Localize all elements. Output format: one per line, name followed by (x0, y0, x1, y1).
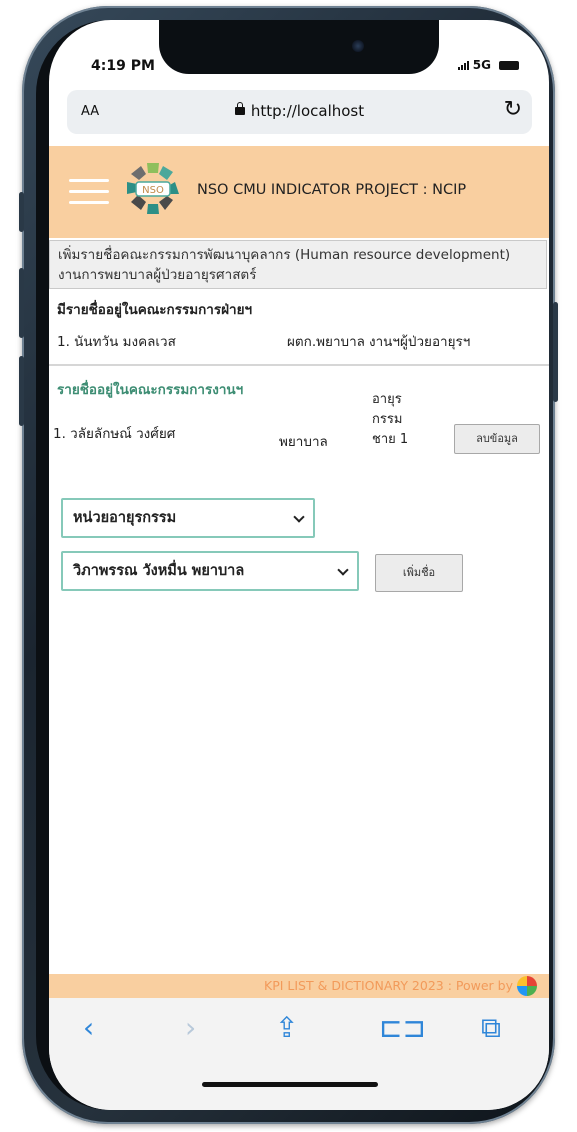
url-text: http://localhost (250, 102, 365, 120)
forward-arrow-icon[interactable]: › (185, 1010, 196, 1046)
mute-switch (19, 192, 24, 232)
unit-line-3: ชาย 1 (372, 432, 409, 447)
bookmarks-icon[interactable]: ⊏⊐ (379, 1010, 426, 1046)
footer-text: KPI LIST & DICTIONARY 2023 : Power by (264, 978, 513, 993)
power-button (553, 302, 558, 402)
person-select[interactable]: วิภาพรรณ วังหมื่น พยาบาล (61, 551, 359, 591)
chevron-down-icon (293, 511, 305, 523)
department-select-value: หน่วยอายุรกรรม (73, 510, 177, 526)
phone-screen: 4:19 PM 5G AA http://localhost ↻ NSO NSO… (49, 20, 549, 1110)
division-member-row: 1. นันทวัน มงคลเวส ผตก.พยาบาล งานฯผู้ป่ว… (57, 330, 541, 352)
address-bar[interactable]: AA http://localhost ↻ (67, 90, 532, 134)
nso-logo: NSO (127, 163, 179, 214)
volume-up-button (19, 268, 24, 338)
site-title: NSO CMU INDICATOR PROJECT : NCIP (197, 182, 467, 198)
delete-member-button[interactable]: ลบข้อมูล (454, 424, 540, 454)
unit-line-2: กรรม (372, 412, 403, 427)
page-section-title: เพิ่มรายชื่อคณะกรรมการพัฒนาบุคลากร (Huma… (49, 240, 547, 289)
department-select[interactable]: หน่วยอายุรกรรม (61, 498, 315, 538)
tabs-icon[interactable]: ⧉ (481, 1010, 501, 1046)
logo-text: NSO (142, 185, 164, 196)
add-name-button[interactable]: เพิ่มชื่อ (375, 554, 463, 592)
division-committee-title: มีรายชื่ออยู่ในคณะกรรมการฝ่ายฯ (57, 302, 253, 318)
signal-icon (457, 60, 469, 70)
battery-icon (499, 60, 519, 70)
member-unit: งานฯผู้ป่วยอายุรฯ (369, 334, 471, 350)
chevron-down-icon (337, 564, 349, 576)
power-by-logo-icon (517, 976, 537, 996)
unit-member-position: พยาบาล (279, 434, 328, 450)
unit-member-unit: อายุร กรรม ชาย 1 (372, 390, 442, 450)
division-committee-box: มีรายชื่ออยู่ในคณะกรรมการฝ่ายฯ 1. นันทวั… (49, 292, 549, 366)
lock-icon (234, 102, 245, 115)
volume-down-button (19, 356, 24, 426)
status-time: 4:19 PM (91, 58, 155, 74)
url-display[interactable]: http://localhost (67, 102, 532, 120)
home-indicator[interactable] (202, 1082, 378, 1087)
reload-icon[interactable]: ↻ (504, 97, 522, 122)
site-footer: KPI LIST & DICTIONARY 2023 : Power by (49, 974, 549, 998)
member-name: 1. นันทวัน มงคลเวส (57, 334, 176, 350)
member-position: ผตก.พยาบาล (287, 334, 365, 350)
unit-committee-title: รายชื่ออยู่ในคณะกรรมการงานฯ (57, 382, 244, 398)
person-select-value: วิภาพรรณ วังหมื่น พยาบาล (73, 563, 245, 579)
unit-member-name: 1. วลัยลักษณ์ วงศ์ยศ (53, 426, 176, 442)
hamburger-menu-icon[interactable] (69, 179, 109, 212)
unit-line-1: อายุร (372, 392, 402, 407)
front-camera (352, 40, 364, 52)
share-icon[interactable]: ⇪ (275, 1010, 298, 1046)
network-label: 5G (472, 58, 491, 72)
browser-toolbar: ‹ › ⇪ ⊏⊐ ⧉ (49, 998, 549, 1110)
site-header: NSO NSO CMU INDICATOR PROJECT : NCIP (49, 146, 549, 238)
status-indicators: 5G (457, 58, 519, 72)
notch (159, 20, 439, 74)
back-arrow-icon[interactable]: ‹ (83, 1010, 94, 1046)
